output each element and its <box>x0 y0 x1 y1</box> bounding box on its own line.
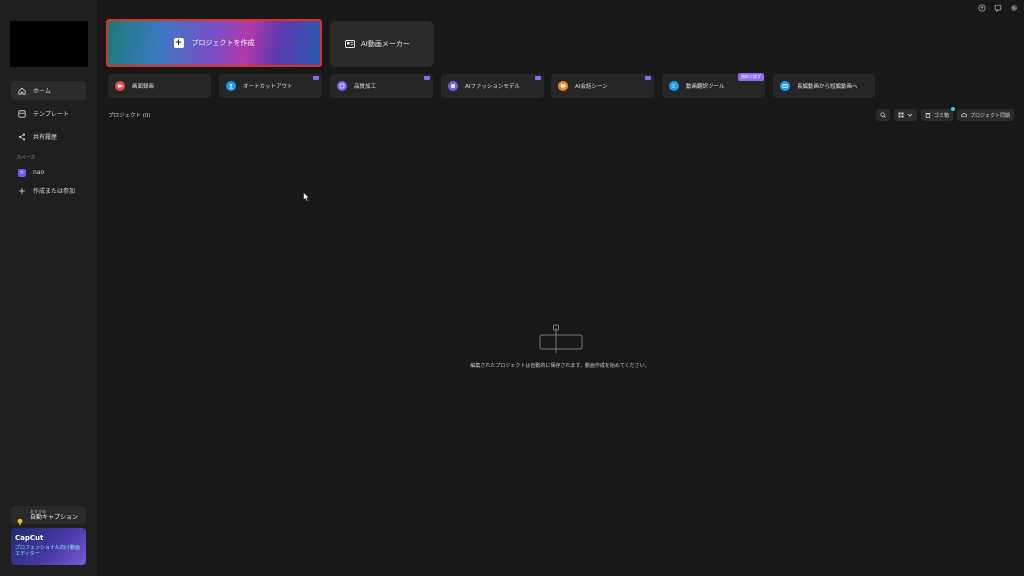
tool-label: 長編動画から短編動画へ <box>797 84 858 90</box>
tool-label: AIファッションモデル <box>465 84 520 90</box>
tool-quality-enhance[interactable]: 品質加工 <box>330 74 433 98</box>
empty-state-message: 編集されたプロジェクトは自動的に保存されます。動画作成を始めてください。 <box>470 363 650 369</box>
trash-button[interactable]: ゴミ箱 <box>920 107 955 121</box>
view-toggle-button[interactable] <box>893 109 917 121</box>
cloud-icon <box>961 113 967 118</box>
window-top-icons <box>978 4 1018 12</box>
premium-icon <box>645 76 651 80</box>
tool-label: オートカットアウト <box>243 84 293 90</box>
ai-video-icon <box>345 40 355 48</box>
sidebar-item-share-history[interactable]: 共有履歴 <box>11 127 86 146</box>
sidebar-item-create-or-join[interactable]: 作成または参加 <box>11 181 86 200</box>
create-project-label: プロジェクトを作成 <box>191 39 255 47</box>
cloud-sync-label: プロジェクト同期 <box>969 112 1010 119</box>
plus-icon: + <box>173 38 184 48</box>
search-icon <box>880 112 886 118</box>
space-user-name: nao <box>33 169 45 176</box>
sidebar-item-label: ホーム <box>33 88 51 95</box>
trash-icon <box>925 113 931 118</box>
upload-icon[interactable] <box>978 4 986 12</box>
tool-label: 品質加工 <box>354 84 377 90</box>
tool-auto-cutout[interactable]: オートカットアウト <box>219 74 322 98</box>
premium-icon <box>424 76 430 80</box>
sidebar-item-label: 共有履歴 <box>33 134 58 141</box>
cloud-sync-button[interactable]: プロジェクト同期 <box>956 109 1014 121</box>
space-section-label: スペース <box>16 155 36 161</box>
record-icon <box>115 81 125 91</box>
settings-icon[interactable] <box>1010 4 1018 12</box>
sidebar-item-home[interactable]: ホーム <box>11 81 86 100</box>
svg-text:文: 文 <box>672 83 677 89</box>
promo-brand: CapCut <box>15 534 44 542</box>
notification-dot <box>950 107 955 111</box>
ai-video-maker-label: AI動画メーカー <box>361 40 410 48</box>
promo-title: 自動キャプション <box>30 514 79 521</box>
free-trial-badge: 無料で試す <box>738 73 764 81</box>
translate-icon: 文 <box>669 81 679 91</box>
sidebar-item-templates[interactable]: テンプレート <box>11 104 86 123</box>
empty-projects-illustration <box>539 324 583 353</box>
avatar: n <box>18 168 26 177</box>
lightbulb-icon <box>16 511 24 526</box>
premium-icon <box>313 76 319 80</box>
capcut-promo-banner[interactable]: CapCut プロフェッショナル向け動画エディター <box>11 528 86 565</box>
tool-screen-record[interactable]: 画面録画 <box>108 74 211 98</box>
ai-video-maker-button[interactable]: AI動画メーカー <box>330 21 434 67</box>
tool-ai-chat-scene[interactable]: AI会話シーン <box>551 74 654 98</box>
tool-video-translate[interactable]: 文 動画翻訳ツール 無料で試す <box>662 73 765 98</box>
sidebar-item-label: 作成または参加 <box>33 188 76 195</box>
grid-view-icon <box>898 112 904 118</box>
promo-description: プロフェッショナル向け動画エディター <box>15 545 81 557</box>
projects-count-title: プロジェクト (0) <box>108 113 151 119</box>
chat-scene-icon <box>558 81 568 91</box>
sidebar-item-space-nao[interactable]: n nao <box>11 163 86 182</box>
premium-icon <box>535 76 541 80</box>
trash-label: ゴミ箱 <box>933 112 949 119</box>
plus-icon <box>18 187 26 195</box>
search-button[interactable] <box>875 109 890 121</box>
feedback-icon[interactable] <box>994 4 1002 12</box>
mouse-cursor-icon <box>303 192 310 202</box>
sidebar: ホーム テンプレート 共有履歴 スペース n nao 作成または参加 おすすめ … <box>0 0 97 576</box>
create-project-button[interactable]: + プロジェクトを作成 <box>106 19 322 67</box>
long-to-short-icon <box>780 81 790 91</box>
tool-label: AI会話シーン <box>575 84 608 90</box>
cutout-icon <box>226 81 236 91</box>
fashion-icon <box>448 81 458 91</box>
tool-long-to-short[interactable]: 長編動画から短編動画へ <box>773 74 875 98</box>
home-icon <box>18 87 26 95</box>
tool-ai-fashion-model[interactable]: AIファッションモデル <box>441 74 544 98</box>
chevron-down-icon <box>907 113 913 117</box>
project-toolbar: ゴミ箱 プロジェクト同期 <box>875 107 1014 121</box>
sidebar-item-label: テンプレート <box>33 111 69 118</box>
share-icon <box>18 133 26 141</box>
template-icon <box>18 109 26 118</box>
tool-label: 動画翻訳ツール <box>686 84 725 90</box>
account-thumbnail[interactable] <box>10 21 88 67</box>
quality-icon <box>337 81 347 91</box>
tool-label: 画面録画 <box>132 84 155 90</box>
auto-caption-promo[interactable]: おすすめ 自動キャプション <box>11 506 86 526</box>
